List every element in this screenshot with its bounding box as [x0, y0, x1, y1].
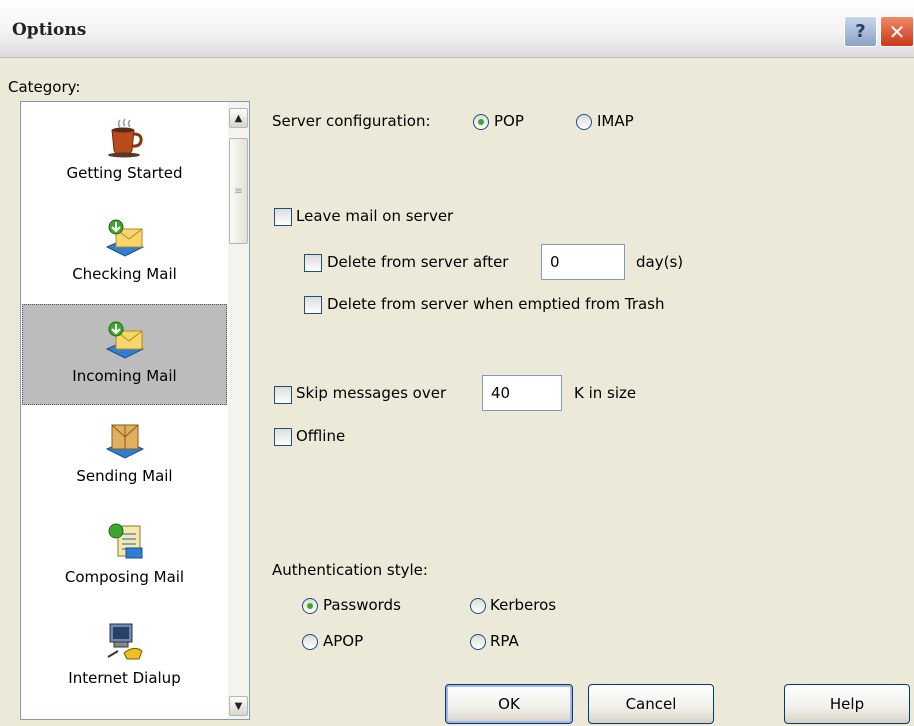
- title-bar: Options ? ✕: [0, 0, 914, 58]
- delete-days-input[interactable]: 0: [541, 244, 625, 280]
- scroll-up-button[interactable]: ▲: [229, 108, 248, 128]
- server-config-label: Server configuration:: [272, 112, 431, 130]
- delete-after-checkbox[interactable]: [304, 254, 322, 272]
- category-label: Category:: [8, 78, 81, 96]
- rpa-label: RPA: [490, 632, 519, 650]
- composing-mail-icon: [108, 523, 142, 559]
- apop-radio[interactable]: [302, 634, 318, 650]
- imap-label: IMAP: [597, 112, 634, 130]
- category-item-checking-mail[interactable]: Checking Mail: [22, 203, 227, 304]
- category-item-label: Internet Dialup: [68, 669, 181, 687]
- scroll-thumb[interactable]: ≡: [229, 138, 248, 244]
- rpa-radio[interactable]: [470, 634, 486, 650]
- pop-label: POP: [494, 112, 524, 130]
- category-item-internet-dialup[interactable]: Internet Dialup: [22, 607, 227, 708]
- passwords-radio[interactable]: [302, 598, 318, 614]
- imap-radio[interactable]: [576, 114, 592, 130]
- leave-mail-label: Leave mail on server: [296, 207, 454, 225]
- pop-radio[interactable]: [473, 114, 489, 130]
- category-scrollbar[interactable]: ▲ ≡ ▼: [228, 102, 249, 719]
- kerberos-radio[interactable]: [470, 598, 486, 614]
- window-title: Options: [12, 20, 87, 40]
- scroll-down-button[interactable]: ▼: [229, 696, 248, 716]
- category-item-incoming-mail[interactable]: Incoming Mail: [22, 304, 227, 405]
- incoming-mail-icon: [105, 321, 144, 359]
- auth-style-label: Authentication style:: [272, 561, 428, 579]
- category-item-label: Composing Mail: [64, 568, 185, 586]
- days-unit-label: day(s): [636, 253, 684, 271]
- offline-checkbox[interactable]: [274, 428, 292, 446]
- category-item-label: Getting Started: [66, 164, 183, 182]
- cancel-button[interactable]: Cancel: [588, 684, 714, 724]
- category-item-composing-mail[interactable]: Composing Mail: [22, 506, 227, 607]
- category-list: Getting Started Checking Mail Incoming M…: [20, 101, 250, 720]
- category-item-getting-started[interactable]: Getting Started: [22, 102, 227, 203]
- skip-unit-label: K in size: [574, 384, 637, 402]
- delete-trash-checkbox[interactable]: [304, 296, 322, 314]
- passwords-label: Passwords: [323, 596, 401, 614]
- help-title-button[interactable]: ?: [844, 16, 877, 47]
- offline-label: Offline: [296, 427, 346, 445]
- close-button[interactable]: ✕: [880, 16, 914, 47]
- sending-mail-icon: [105, 424, 144, 459]
- delete-after-label: Delete from server after: [327, 253, 509, 271]
- apop-label: APOP: [323, 632, 364, 650]
- leave-mail-checkbox[interactable]: [274, 208, 292, 226]
- coffee-cup-icon: [107, 118, 143, 158]
- skip-messages-checkbox[interactable]: [274, 386, 292, 404]
- kerberos-label: Kerberos: [490, 596, 557, 614]
- category-item-label: Sending Mail: [76, 467, 173, 485]
- category-item-label: Incoming Mail: [72, 367, 177, 385]
- checking-mail-icon: [105, 219, 144, 257]
- skip-messages-label: Skip messages over: [296, 384, 447, 402]
- skip-size-input[interactable]: 40: [482, 375, 562, 411]
- category-item-sending-mail[interactable]: Sending Mail: [22, 405, 227, 506]
- help-button[interactable]: Help: [784, 684, 910, 724]
- computer-phone-icon: [106, 623, 143, 660]
- ok-button[interactable]: OK: [445, 684, 573, 724]
- category-item-label: Checking Mail: [72, 265, 177, 283]
- delete-trash-label: Delete from server when emptied from Tra…: [327, 295, 665, 313]
